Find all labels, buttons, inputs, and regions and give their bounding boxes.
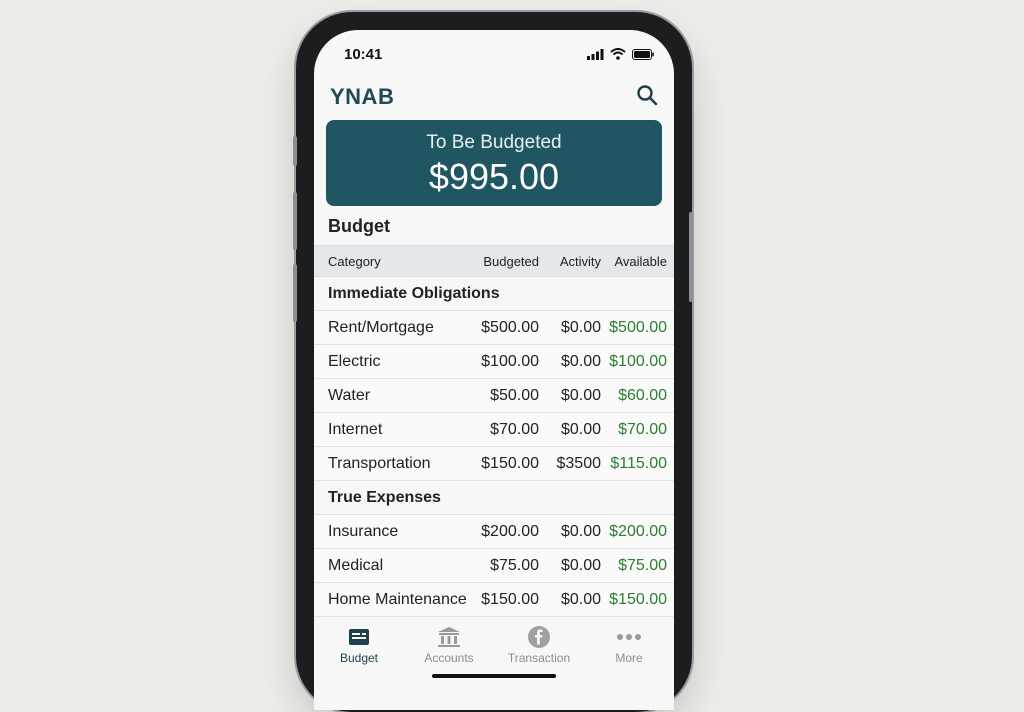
available-amount: $70.00 bbox=[618, 420, 667, 438]
phone-volume-down-button bbox=[293, 264, 297, 322]
table-row[interactable]: Medical $75.00 $0.00 $75.00 bbox=[314, 549, 674, 583]
category-name: Water bbox=[328, 386, 371, 404]
category-name: Internet bbox=[328, 420, 383, 438]
available-amount: $115.00 bbox=[610, 454, 667, 472]
activity-amount: $0.00 bbox=[560, 590, 601, 608]
budgeted-amount[interactable]: $200.00 bbox=[464, 523, 539, 541]
tab-label: More bbox=[615, 651, 643, 665]
category-group-header[interactable]: Immediate Obligations bbox=[314, 277, 674, 311]
column-header-available: Available bbox=[614, 253, 667, 269]
available-amount: $500.00 bbox=[609, 318, 667, 336]
tab-label: Budget bbox=[339, 651, 379, 665]
tab-budget[interactable]: Budget bbox=[314, 623, 404, 665]
budgeted-amount[interactable]: $75.00 bbox=[464, 557, 539, 575]
bottom-tab-bar: Budget Accounts Transaction More bbox=[314, 616, 674, 710]
activity-amount: $0.00 bbox=[560, 318, 601, 336]
budgeted-amount[interactable]: $150.00 bbox=[464, 591, 539, 609]
table-row[interactable]: Rent/Mortgage $500.00 $0.00 $500.00 bbox=[314, 311, 674, 345]
category-name: Electric bbox=[328, 352, 381, 370]
budgeted-amount[interactable]: $100.00 bbox=[464, 353, 539, 371]
activity-amount: $3500 bbox=[556, 454, 602, 472]
available-amount: $75.00 bbox=[618, 556, 667, 574]
phone-volume-up-button bbox=[293, 192, 297, 250]
to-be-budgeted-amount: $995.00 bbox=[428, 156, 560, 197]
to-be-budgeted-label: To Be Budgeted bbox=[426, 132, 562, 153]
status-time: 10:41 bbox=[344, 46, 383, 63]
category-name: Transportation bbox=[328, 454, 431, 472]
tab-transaction[interactable]: Transaction bbox=[494, 623, 584, 665]
budget-table: Category Budgeted Activity Available Imm… bbox=[314, 245, 674, 617]
tab-more[interactable]: More bbox=[584, 623, 674, 665]
table-row[interactable]: Electric $100.00 $0.00 $100.00 bbox=[314, 345, 674, 379]
app-header: YNAB bbox=[314, 78, 674, 118]
category-name: Rent/Mortgage bbox=[328, 318, 434, 336]
budgeted-amount[interactable]: $500.00 bbox=[464, 319, 539, 337]
app-screen: 10:41 YNAB To Be Budgeted $995.00 Budget… bbox=[314, 30, 674, 710]
activity-amount: $0.00 bbox=[560, 522, 601, 540]
app-logo: YNAB bbox=[330, 84, 395, 109]
bank-icon bbox=[438, 627, 460, 647]
tab-accounts[interactable]: Accounts bbox=[404, 623, 494, 665]
table-row[interactable]: Home Maintenance $150.00 $0.00 $150.00 bbox=[314, 583, 674, 617]
tab-label: Transaction bbox=[507, 651, 571, 665]
available-amount: $150.00 bbox=[609, 590, 667, 608]
column-header-category: Category bbox=[328, 253, 381, 269]
table-row[interactable]: Water $50.00 $0.00 $60.00 bbox=[314, 379, 674, 413]
table-row[interactable]: Insurance $200.00 $0.00 $200.00 bbox=[314, 515, 674, 549]
activity-amount: $0.00 bbox=[560, 556, 601, 574]
table-header: Category Budgeted Activity Available bbox=[314, 245, 674, 277]
available-amount: $60.00 bbox=[618, 386, 667, 404]
budgeted-amount[interactable]: $50.00 bbox=[464, 387, 539, 405]
category-name: Insurance bbox=[328, 522, 399, 540]
budget-section-title: Budget bbox=[328, 216, 390, 236]
more-icon bbox=[617, 634, 641, 640]
status-icons bbox=[587, 48, 654, 60]
column-header-budgeted: Budgeted bbox=[483, 253, 539, 269]
table-row[interactable]: Transportation $150.00 $3500 $115.00 bbox=[314, 447, 674, 481]
budgeted-amount[interactable]: $150.00 bbox=[464, 455, 539, 473]
category-group-header[interactable]: True Expenses bbox=[314, 481, 674, 515]
wifi-icon bbox=[610, 48, 626, 60]
tab-label: Accounts bbox=[424, 651, 474, 665]
search-icon[interactable] bbox=[636, 84, 658, 106]
budget-icon bbox=[349, 629, 369, 645]
budgeted-amount[interactable]: $70.00 bbox=[464, 421, 539, 439]
available-amount: $100.00 bbox=[609, 352, 667, 370]
phone-power-button bbox=[689, 212, 693, 302]
activity-amount: $0.00 bbox=[560, 352, 601, 370]
to-be-budgeted-card[interactable]: To Be Budgeted $995.00 bbox=[326, 120, 662, 206]
status-bar: 10:41 bbox=[314, 30, 674, 76]
transaction-icon bbox=[528, 626, 550, 648]
phone-side-button bbox=[293, 136, 297, 166]
activity-amount: $0.00 bbox=[560, 386, 601, 404]
cellular-signal-icon bbox=[587, 48, 604, 60]
activity-amount: $0.00 bbox=[560, 420, 601, 438]
home-indicator[interactable] bbox=[432, 674, 556, 678]
battery-icon bbox=[632, 48, 654, 60]
available-amount: $200.00 bbox=[609, 522, 667, 540]
category-name: Medical bbox=[328, 556, 384, 574]
table-row[interactable]: Internet $70.00 $0.00 $70.00 bbox=[314, 413, 674, 447]
category-name: Home Maintenance bbox=[328, 590, 467, 608]
column-header-activity: Activity bbox=[559, 253, 601, 269]
